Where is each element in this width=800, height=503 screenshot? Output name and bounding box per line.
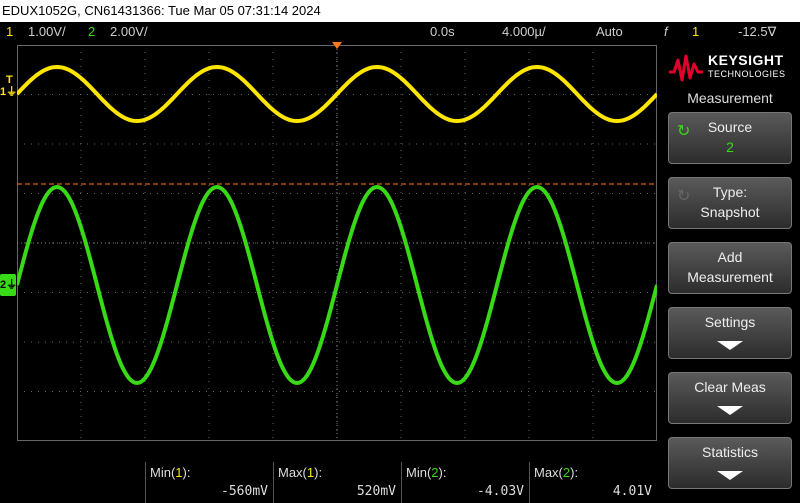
keysight-wave-icon	[669, 54, 703, 82]
measurement-max-ch1[interactable]: Max(1): 520mV	[273, 462, 400, 503]
ch1-trace	[17, 64, 657, 124]
softkey-label: Add	[717, 249, 743, 265]
softkey-label: Clear Meas	[694, 379, 766, 395]
softkey-label: Statistics	[701, 444, 758, 460]
measurement-value: -560mV	[221, 484, 268, 499]
measurement-min-ch2[interactable]: Min(2): -4.03V	[401, 462, 528, 503]
keysight-logo: KEYSIGHT TECHNOLOGIES	[668, 46, 796, 86]
type-softkey[interactable]: ↻ Type: Snapshot	[668, 177, 792, 229]
measurement-label: Min(1):	[150, 465, 191, 480]
softkey-value: 2	[726, 139, 734, 155]
window-title: EDUX1052G, CN61431366: Tue Mar 05 07:31:…	[0, 0, 800, 22]
ch2-ground-marker[interactable]: 2⏚	[0, 274, 18, 296]
measurement-min-ch1[interactable]: Min(1): -560mV	[145, 462, 272, 503]
waveform-graticule	[17, 45, 657, 441]
ch1-ground-marker[interactable]: 1⏚	[0, 86, 18, 99]
measurement-label: Max(2):	[534, 465, 579, 480]
softkey-panel: KEYSIGHT TECHNOLOGIES Measurement ↻ Sour…	[660, 42, 800, 503]
measurement-value: -4.03V	[477, 484, 524, 499]
menu-title: Measurement	[687, 90, 773, 106]
measurement-max-ch2[interactable]: Max(2): 4.01V	[529, 462, 656, 503]
trigger-edge-icon: f	[664, 24, 668, 39]
softkey-label: Source	[707, 119, 753, 135]
clear-meas-softkey[interactable]: Clear Meas	[668, 372, 792, 424]
softkey-label-line2: Measurement	[687, 269, 773, 285]
statistics-softkey[interactable]: Statistics	[668, 437, 792, 489]
waveform-display[interactable]	[17, 45, 657, 441]
ch1-number[interactable]: 1	[6, 22, 13, 42]
ground-icon: ⏚	[6, 86, 18, 98]
measurement-label: Max(1):	[278, 465, 323, 480]
submenu-arrow-icon	[717, 341, 743, 350]
horizontal-delay[interactable]: 0.0s	[430, 22, 455, 42]
trigger-position-marker[interactable]	[332, 42, 342, 49]
logo-name: KEYSIGHT	[708, 52, 784, 68]
ch2-scale[interactable]: 2.00V/	[110, 22, 148, 42]
settings-softkey[interactable]: Settings	[668, 307, 792, 359]
measurement-value: 520mV	[356, 484, 396, 499]
submenu-arrow-icon	[717, 406, 743, 415]
measurement-value: 4.01V	[612, 484, 652, 499]
softkey-label: Settings	[704, 314, 756, 330]
logo-subtitle: TECHNOLOGIES	[708, 69, 786, 79]
softkey-value: Snapshot	[700, 204, 760, 220]
trigger-mode[interactable]: Auto	[596, 22, 623, 42]
submenu-arrow-icon	[717, 471, 743, 480]
ch1-scale[interactable]: 1.00V/	[28, 22, 66, 42]
trigger-source[interactable]: 1	[692, 22, 699, 42]
source-softkey[interactable]: ↻ Source 2	[668, 112, 792, 164]
add-measurement-softkey[interactable]: Add Measurement	[668, 242, 792, 294]
softkey-label: Type:	[712, 184, 748, 200]
trigger-level[interactable]: -12.5∇	[738, 22, 776, 42]
status-bar: 1 1.00V/ 2 2.00V/ 0.0s 4.000µ/ Auto f 1 …	[0, 22, 800, 42]
timebase[interactable]: 4.000µ/	[502, 22, 546, 42]
ch2-number[interactable]: 2	[88, 22, 95, 42]
measurement-label: Min(2):	[406, 465, 447, 480]
ground-icon: ⏚	[6, 279, 18, 291]
measurement-bar: Min(1): -560mV Max(1): 520mV Min(2): -4.…	[0, 462, 658, 503]
